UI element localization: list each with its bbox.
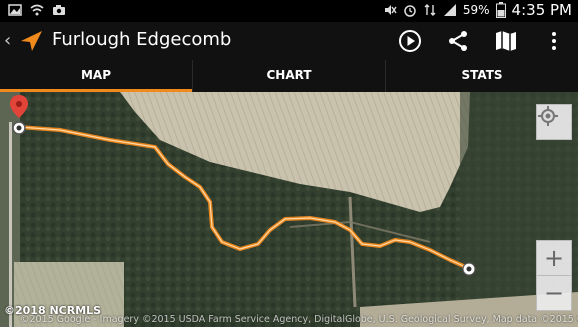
- signal-icon: [443, 4, 456, 16]
- battery-icon: [495, 2, 506, 18]
- overflow-menu-icon: [552, 32, 556, 50]
- zoom-in-button[interactable]: +: [536, 240, 572, 276]
- tab-stats[interactable]: STATS: [386, 60, 578, 92]
- satellite-imagery: [0, 92, 578, 327]
- map-credits: ©2015 Google - Imagery ©2015 USDA Farm S…: [20, 314, 578, 325]
- crosshair-icon: [538, 106, 558, 126]
- wifi-icon: [30, 4, 44, 16]
- tab-bar: MAP CHART STATS: [0, 60, 578, 92]
- data-icon: [424, 4, 436, 16]
- battery-percent: 59%: [462, 3, 490, 17]
- map-button[interactable]: [492, 28, 520, 54]
- zoom-out-label: −: [543, 279, 565, 307]
- tab-chart[interactable]: CHART: [193, 60, 386, 92]
- clock: 4:35 PM: [511, 1, 572, 19]
- my-location-button[interactable]: [536, 104, 572, 140]
- map-icon: [496, 31, 516, 51]
- watermark: ©2018 NCRMLS: [4, 304, 102, 317]
- alarm-icon: [404, 5, 416, 17]
- app-bar: ‹ Furlough Edgecomb: [0, 22, 578, 60]
- zoom-out-button[interactable]: −: [536, 275, 572, 311]
- play-icon: [399, 30, 421, 52]
- share-icon: [449, 31, 467, 51]
- chevron-left-icon[interactable]: ‹: [4, 30, 11, 51]
- camera-icon: [53, 5, 65, 15]
- start-marker-icon[interactable]: [8, 94, 30, 136]
- play-button[interactable]: [396, 28, 424, 54]
- overflow-menu-button[interactable]: [540, 28, 568, 54]
- status-bar: 59% 4:35 PM: [0, 0, 578, 22]
- activity-title: Furlough Edgecomb: [52, 29, 232, 50]
- navigation-arrow-icon[interactable]: [18, 29, 44, 53]
- image-icon: [8, 4, 22, 16]
- zoom-in-label: +: [543, 244, 565, 272]
- end-marker-icon[interactable]: [462, 262, 476, 276]
- tab-map[interactable]: MAP: [0, 60, 193, 92]
- map-view[interactable]: + − ©2015 Google - Imagery ©2015 USDA Fa…: [0, 92, 578, 327]
- share-button[interactable]: [444, 28, 472, 54]
- mute-icon: [384, 5, 397, 15]
